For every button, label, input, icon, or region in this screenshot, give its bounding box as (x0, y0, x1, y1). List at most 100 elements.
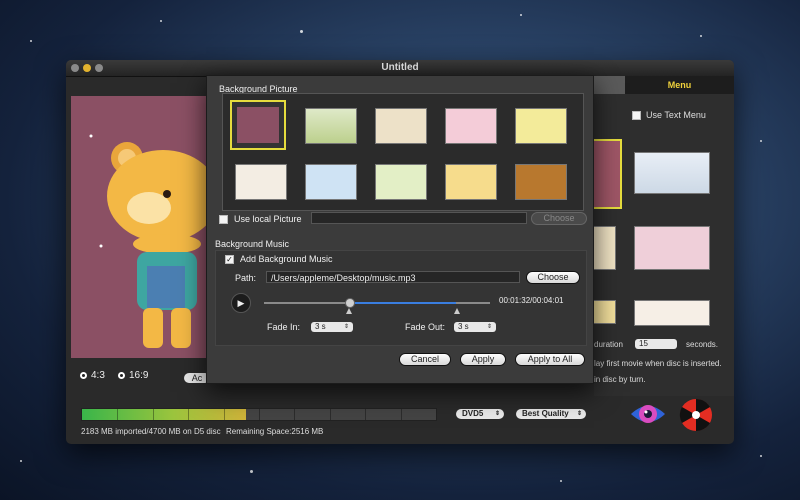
capacity-fill (82, 409, 247, 420)
updown-arrows-icon: ⇕ (486, 324, 492, 330)
bg-thumb-castle[interactable] (235, 164, 287, 200)
start-marker-handle[interactable] (346, 308, 352, 314)
fade-in-select[interactable]: 3 s ⇕ (311, 322, 353, 332)
path-label: Path: (235, 273, 257, 283)
updown-arrows-icon: ⇕ (494, 411, 500, 417)
ratio-4-3-option[interactable]: 4:3 (80, 370, 105, 381)
capacity-segment-divider (117, 409, 119, 420)
bg-thumb-bear[interactable] (230, 100, 286, 150)
updown-arrows-icon: ⇕ (576, 411, 582, 417)
fade-out-value: 3 s (458, 322, 469, 331)
star (560, 480, 562, 482)
play-turn-text: in disc by turn. (594, 375, 646, 384)
bg-thumb-tulips[interactable] (515, 108, 567, 144)
music-path-field[interactable]: /Users/appleme/Desktop/music.mp3 (266, 271, 520, 283)
play-first-text: lay first movie when disc is inserted. (594, 359, 722, 368)
seconds-label: seconds. (686, 340, 719, 349)
radio-icon (80, 372, 87, 379)
duration-select[interactable]: 15 (635, 339, 677, 349)
star (160, 20, 162, 22)
tab-template[interactable] (594, 76, 625, 94)
menu-template-thumb[interactable] (592, 226, 616, 270)
fade-out-label: Fade Out: (405, 322, 446, 332)
duration-label: duration (594, 340, 623, 349)
play-button[interactable]: ▶ (231, 293, 251, 313)
use-text-menu-label: Use Text Menu (646, 110, 706, 120)
bg-thumb-cartoon[interactable] (375, 164, 427, 200)
capacity-segment-divider (188, 409, 190, 420)
cancel-button[interactable]: Cancel (400, 354, 450, 365)
play-icon: ▶ (237, 298, 245, 308)
background-settings-dialog: Background Picture Use local Picture Cho… (206, 75, 594, 384)
disc-type-select[interactable]: DVD5 ⇕ (456, 409, 504, 419)
checkmark-icon: ✓ (225, 254, 234, 264)
time-readout: 00:01:32/00:04:01 (499, 296, 564, 305)
end-marker-handle[interactable] (454, 308, 460, 314)
tab-menu[interactable]: Menu (625, 76, 734, 94)
remaining-space-text: Remaining Space:2516 MB (226, 427, 324, 436)
capacity-segment-divider (294, 409, 296, 420)
capacity-segment-divider (223, 409, 225, 420)
capacity-segment-divider (152, 409, 154, 420)
use-local-picture-checkbox[interactable]: Use local Picture (219, 214, 302, 224)
fade-in-value: 3 s (315, 322, 326, 331)
burn-disc-icon[interactable] (679, 398, 713, 432)
ratio-16-9-option[interactable]: 16:9 (118, 370, 148, 381)
timeline-selection (350, 302, 456, 304)
choose-picture-button[interactable]: Choose (532, 213, 586, 224)
imported-size-text: 2183 MB imported/4700 MB on D5 disc (81, 427, 221, 436)
ratio-16-9-label: 16:9 (129, 370, 149, 381)
star (250, 470, 253, 473)
local-picture-path-field[interactable] (311, 212, 527, 224)
capacity-segment-divider (436, 409, 437, 420)
add-bg-music-label: Add Background Music (240, 254, 333, 264)
disc-type-value: DVD5 (462, 409, 484, 418)
background-picture-grid (222, 93, 584, 211)
radio-icon (118, 372, 125, 379)
fade-in-label: Fade In: (267, 322, 301, 332)
use-text-menu-checkbox[interactable]: Use Text Menu (632, 110, 706, 120)
bg-thumb-autumn[interactable] (515, 164, 567, 200)
checkbox-icon (632, 110, 641, 120)
updown-arrows-icon: ⇕ (343, 324, 349, 330)
star (760, 455, 762, 457)
bg-music-heading: Background Music (215, 239, 290, 249)
bg-thumb-cow[interactable] (375, 108, 427, 144)
capacity-segment-divider (259, 409, 260, 420)
star (300, 30, 303, 33)
star (20, 460, 22, 462)
window-title: Untitled (381, 62, 419, 73)
fade-out-select[interactable]: 3 s ⇕ (454, 322, 496, 332)
star (520, 14, 522, 16)
bg-thumb-globe[interactable] (305, 164, 357, 200)
checkbox-icon (219, 214, 228, 224)
menu-template-thumb[interactable] (634, 226, 710, 270)
star (700, 35, 702, 37)
capacity-segment-divider (400, 409, 402, 420)
ratio-4-3-label: 4:3 (91, 370, 105, 381)
menu-template-thumb[interactable] (592, 139, 622, 209)
star (760, 140, 762, 142)
use-local-picture-label: Use local Picture (234, 214, 302, 224)
disc-capacity-bar (81, 408, 437, 421)
add-bg-music-checkbox[interactable]: ✓ Add Background Music (225, 254, 333, 264)
apply-to-all-button[interactable]: Apply to All (516, 354, 584, 365)
preview-eye-icon[interactable] (630, 400, 666, 428)
playhead-handle[interactable] (345, 298, 355, 308)
quality-select[interactable]: Best Quality ⇕ (516, 409, 586, 419)
bg-thumb-girl[interactable] (445, 108, 497, 144)
menu-template-thumb[interactable] (634, 300, 710, 326)
capacity-segment-divider (329, 409, 331, 420)
apply-button[interactable]: Apply (461, 354, 505, 365)
quality-value: Best Quality (522, 409, 569, 418)
choose-music-button[interactable]: Choose (527, 272, 579, 283)
bear-illustration (89, 134, 207, 348)
bg-thumb-bike[interactable] (305, 108, 357, 144)
menu-template-thumb[interactable] (634, 152, 710, 194)
capacity-segment-divider (365, 409, 367, 420)
star (30, 40, 32, 42)
bg-thumb-girl-2[interactable] (445, 164, 497, 200)
menu-template-thumb[interactable] (592, 300, 616, 324)
music-timeline[interactable] (264, 298, 490, 314)
preview-image (71, 96, 207, 358)
